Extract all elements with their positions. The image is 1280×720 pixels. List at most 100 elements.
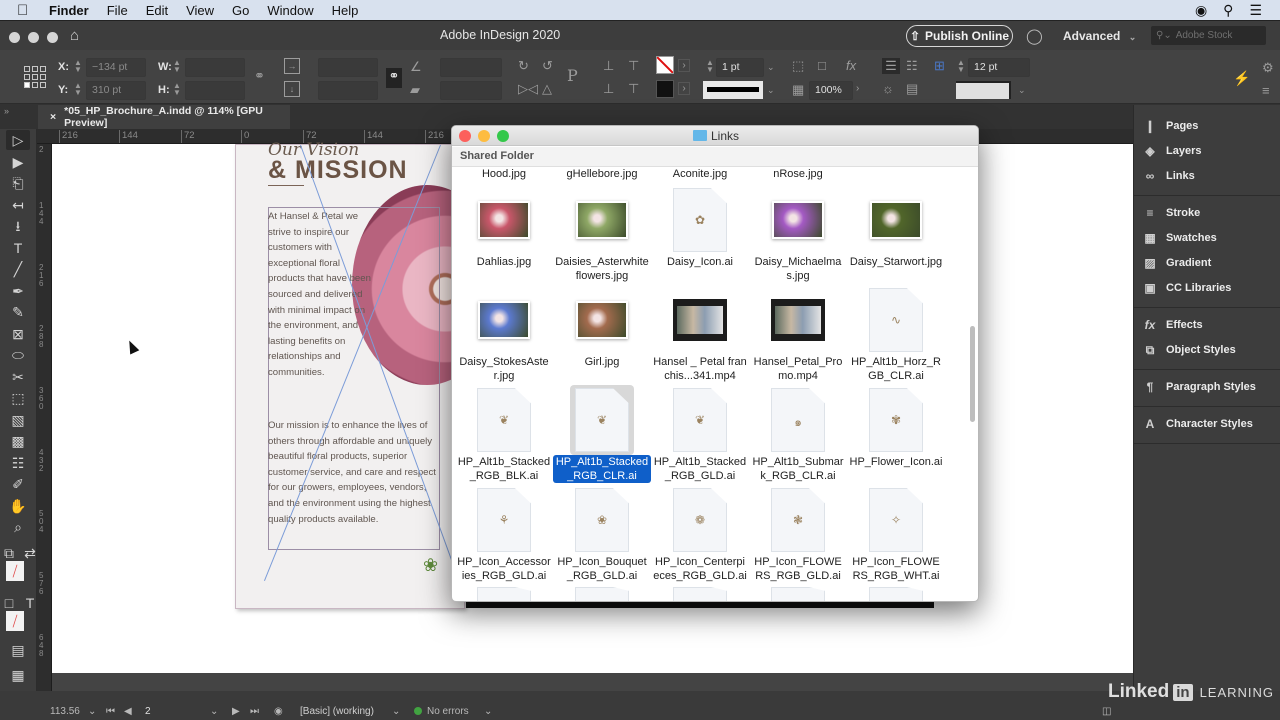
menu-go[interactable]: Go [232, 3, 249, 18]
window-close-button[interactable] [9, 32, 20, 43]
finder-file-item[interactable]: ❀ HP_Icon_Bouquet_RGB_GLD.ai [553, 485, 651, 583]
note-tool-icon[interactable]: ☷ [6, 453, 30, 473]
panel-pages[interactable]: ❙ Pages [1142, 117, 1198, 135]
zoom-tool-icon[interactable]: ⌕ [6, 517, 30, 537]
stroke-type-dropdown[interactable]: ⌄ [767, 85, 775, 96]
pencil-tool-icon[interactable]: ✎ [6, 302, 30, 322]
finder-file-item[interactable]: ✧ HP_Icon_FLOWERS_RGB_WHT.ai [847, 485, 945, 583]
page-dropdown-icon[interactable]: ⌄ [210, 706, 218, 717]
fx-effects-icon[interactable]: fx [846, 58, 856, 73]
menu-file[interactable]: File [107, 3, 128, 18]
body-paragraph-2[interactable]: Our mission is to enhance the lives of o… [268, 418, 440, 527]
finder-file-item[interactable]: Aconite.jpg [651, 167, 749, 181]
line-tool-icon[interactable]: ╱ [6, 259, 30, 279]
rotate-clockwise-icon[interactable]: ↻ [518, 58, 529, 74]
opacity-menu-button[interactable]: › [856, 83, 859, 94]
gradient-swatch-tool-icon[interactable]: ▧ [6, 410, 30, 430]
finder-title-bar[interactable]: Links [452, 126, 978, 146]
finder-file-item[interactable]: Dahlias.jpg [455, 185, 553, 269]
finder-file-item[interactable]: Hansel _ Petal franchis...341.mp4 [651, 285, 749, 383]
window-zoom-button[interactable] [47, 32, 58, 43]
finder-path-bar[interactable]: Shared Folder [452, 147, 978, 167]
stroke-swatch[interactable] [656, 80, 674, 98]
selection-tool-icon[interactable]: ▷ [6, 130, 30, 150]
finder-file-item[interactable]: ❦ HP_Alt1b_Stacked_RGB_GLD.ai [651, 385, 749, 483]
last-page-button[interactable]: ⏭ [250, 706, 259, 717]
opacity-field[interactable]: 100% [809, 81, 853, 100]
text-wrap-shape-icon[interactable]: ☼ [882, 81, 894, 96]
apple-menu-icon[interactable]:  [17, 3, 31, 18]
adobe-stock-search-input[interactable]: ⚲⌄ Adobe Stock [1151, 26, 1266, 45]
finder-file-item[interactable]: Daisy_Michaelmas.jpg [749, 185, 847, 283]
expand-tools-icon[interactable]: » [4, 106, 9, 116]
finder-file-item[interactable]: ⚘ HP_Icon_Accessories_RGB_GLD.ai [455, 485, 553, 583]
corner-shape-dropdown[interactable]: ⌄ [1018, 85, 1026, 96]
preflight-profile-dropdown[interactable]: ⌄ [392, 706, 400, 717]
stroke-frame-icon[interactable]: □ [818, 58, 826, 73]
spotlight-search-icon[interactable]: ⚲ [1223, 2, 1233, 19]
w-stepper[interactable]: ▲ ▼ [172, 59, 182, 74]
direct-selection-tool-icon[interactable]: ▶ [6, 152, 30, 172]
finder-file-item[interactable]: ❃ HP_Icon_FLOWERS_RGB_GLD.ai [749, 485, 847, 583]
rotation-field[interactable] [440, 58, 502, 77]
finder-file-item[interactable]: Daisy_StokesAster.jpg [455, 285, 553, 383]
page-main-title[interactable]: & MISSION [268, 156, 408, 185]
panel-links[interactable]: ∞ Links [1142, 167, 1195, 185]
zoom-dropdown-icon[interactable]: ⌄ [88, 706, 96, 717]
default-fill-stroke-icon[interactable]: ⧉ [2, 543, 16, 563]
notification-list-icon[interactable]: ☰ [1249, 2, 1262, 19]
panel-layers[interactable]: ◈ Layers [1142, 142, 1201, 160]
pen-tool-icon[interactable]: ✒ [6, 281, 30, 301]
finder-file-item[interactable]: nRose.jpg [749, 167, 847, 181]
menu-view[interactable]: View [186, 3, 214, 18]
scale-x-field[interactable] [318, 58, 378, 77]
body-paragraph-1[interactable]: At Hansel & Petal we strive to inspire o… [268, 209, 378, 381]
finder-file-item[interactable]: Hansel_Petal_Promo.mp4 [749, 285, 847, 383]
finder-file-item[interactable]: ❦ HP_Alt1b_Stacked_RGB_BLK.ai [455, 385, 553, 483]
first-page-button[interactable]: ⏮ [106, 706, 115, 717]
workspace-switcher[interactable]: Advanced ⌄ [1063, 29, 1136, 43]
corner-shape-select[interactable] [956, 81, 1011, 99]
scissors-tool-icon[interactable]: ✂ [6, 367, 30, 387]
settings-gear-icon[interactable]: ⚙ [1262, 60, 1274, 76]
formatting-container-icon[interactable]: □ [2, 593, 16, 613]
publish-online-button[interactable]: ⇧ Publish Online [906, 25, 1013, 47]
screen-mode-icon[interactable]: ▤ [6, 640, 30, 660]
auto-fit-icon[interactable]: ⊞ [934, 58, 945, 74]
finder-file-item[interactable]: gHellebore.jpg [553, 167, 651, 181]
text-wrap-jump-icon[interactable]: ▤ [906, 81, 918, 97]
preflight-profile[interactable]: [Basic] (working) [300, 706, 374, 717]
content-collector-icon[interactable]: ⭳ [6, 216, 30, 236]
select-next-object-icon[interactable]: ⊤ [628, 58, 639, 74]
panel-character-styles[interactable]: A Character Styles [1142, 415, 1253, 433]
next-page-button[interactable]: ▶ [232, 706, 240, 717]
select-children-icon[interactable]: ⊤ [628, 81, 639, 97]
quick-apply-icon[interactable]: ⚡ [1233, 70, 1250, 87]
y-field[interactable]: 310 pt [86, 81, 146, 100]
menu-help[interactable]: Help [332, 3, 359, 18]
fill-none-swatch-icon[interactable]: ⧸ [6, 561, 24, 581]
panel-paragraph-styles[interactable]: ¶ Paragraph Styles [1142, 378, 1256, 396]
h-stepper[interactable]: ▲ ▼ [172, 82, 182, 97]
preflight-errors[interactable]: No errors [427, 706, 469, 717]
flip-vertical-icon[interactable]: △ [542, 81, 552, 97]
preflight-menu-dropdown[interactable]: ⌄ [484, 706, 492, 717]
panel-stroke[interactable]: ≡ Stroke [1142, 204, 1200, 222]
zoom-level-field[interactable]: 113.56 [50, 706, 80, 717]
lightbulb-icon[interactable]: ◯ [1026, 27, 1043, 45]
stroke-weight-stepper[interactable]: ▲ ▼ [705, 59, 715, 74]
finder-file-item[interactable]: ❦ HP_Alt1b_Stacked_RGB_CLR.ai [553, 385, 651, 484]
close-tab-icon[interactable]: × [50, 111, 56, 123]
finder-file-item[interactable]: Daisy_Starwort.jpg [847, 185, 945, 269]
window-minimize-button[interactable] [28, 32, 39, 43]
free-transform-tool-icon[interactable]: ⬚ [6, 388, 30, 408]
y-stepper[interactable]: ▲ ▼ [73, 82, 83, 97]
rectangle-frame-tool-icon[interactable]: ⊠ [6, 324, 30, 344]
finder-file-item[interactable]: Girl.jpg [553, 285, 651, 369]
scale-y-field[interactable] [318, 81, 378, 100]
select-content-icon[interactable]: ⊥ [603, 81, 614, 97]
stroke-swatch-menu-button[interactable]: › [678, 82, 690, 95]
gap-tool-icon[interactable]: ↤ [6, 195, 30, 215]
text-wrap-none-icon[interactable]: ☰ [882, 58, 900, 74]
eyedropper-tool-icon[interactable]: ✐ [6, 474, 30, 494]
